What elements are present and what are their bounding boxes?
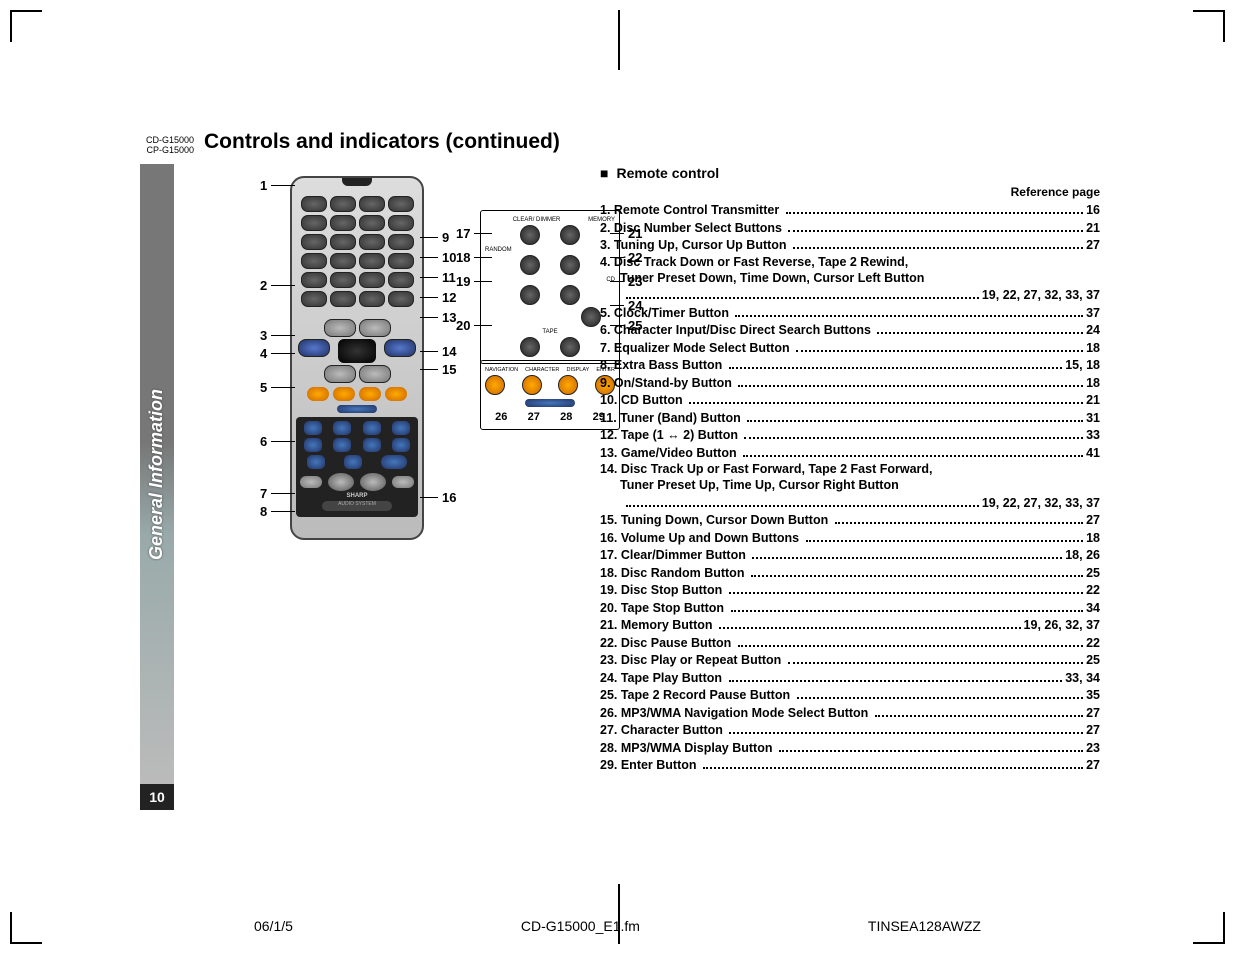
page-title: Controls and indicators (continued) [204, 130, 560, 154]
reference-item: 5. Clock/Timer Button 37 [600, 304, 1100, 322]
callout-left: 4 [260, 346, 295, 361]
callout-right: 14 [420, 344, 456, 359]
reference-item: 22. Disc Pause Button 22 [600, 634, 1100, 652]
reference-item: 17. Clear/Dimmer Button 18, 26 [600, 546, 1100, 564]
reference-item: 18. Disc Random Button 25 [600, 564, 1100, 582]
reference-item: 12. Tape (1 ↔ 2) Button 33 [600, 426, 1100, 444]
reference-item: 28. MP3/WMA Display Button 23 [600, 739, 1100, 757]
footer-date: 06/1/5 [254, 918, 293, 934]
callout-panel-top: CLEAR/ DIMMERMEMORY RANDOM CD TAPE [480, 210, 620, 364]
reference-list: 1. Remote Control Transmitter 162. Disc … [600, 201, 1100, 774]
ir-window-icon [342, 178, 372, 186]
callout-right: 15 [420, 362, 456, 377]
reference-item: 15. Tuning Down, Cursor Down Button 27 [600, 511, 1100, 529]
reference-item: 29. Enter Button 27 [600, 756, 1100, 774]
reference-page-header: Reference page [600, 185, 1100, 199]
reference-item-pages: 19, 22, 27, 32, 33, 37 [600, 494, 1100, 512]
reference-item-continuation: Tuner Preset Up, Time Up, Cursor Right B… [600, 477, 1100, 493]
reference-item: 7. Equalizer Mode Select Button 18 [600, 339, 1100, 357]
crop-mark-tl [10, 10, 42, 42]
reference-item: 10. CD Button 21 [600, 391, 1100, 409]
reference-item: 11. Tuner (Band) Button 31 [600, 409, 1100, 427]
crop-mark-bl [10, 912, 42, 944]
reference-item: 24. Tape Play Button 33, 34 [600, 669, 1100, 687]
callout-left: 2 [260, 278, 295, 293]
callout-left: 7 [260, 486, 295, 501]
reference-item: 16. Volume Up and Down Buttons 18 [600, 529, 1100, 547]
callout-left: 8 [260, 504, 295, 519]
page-number: 10 [140, 784, 174, 810]
callout-right: 10 [420, 250, 456, 265]
callout-right: 13 [420, 310, 456, 325]
callout-right: 11 [420, 270, 456, 285]
crop-mark-tr [1193, 10, 1225, 42]
callout-left: 1 [260, 178, 295, 193]
reference-item: 8. Extra Bass Button 15, 18 [600, 356, 1100, 374]
center-mark-top [618, 10, 620, 70]
reference-item: 1. Remote Control Transmitter 16 [600, 201, 1100, 219]
reference-item: 25. Tape 2 Record Pause Button 35 [600, 686, 1100, 704]
callout-panel: 19 [456, 274, 492, 289]
callout-right: 16 [420, 490, 456, 505]
callout-panel: 17 [456, 226, 492, 241]
reference-item: 13. Game/Video Button 41 [600, 444, 1100, 462]
reference-item: 20. Tape Stop Button 34 [600, 599, 1100, 617]
reference-item: 19. Disc Stop Button 22 [600, 581, 1100, 599]
callout-right: 9 [420, 230, 449, 245]
reference-item: 2. Disc Number Select Buttons 21 [600, 219, 1100, 237]
callout-left: 3 [260, 328, 295, 343]
reference-item: 21. Memory Button 19, 26, 32, 37 [600, 616, 1100, 634]
model-code-2: CP-G15000 [140, 146, 194, 156]
callout-panel: 18 [456, 250, 492, 265]
remote-body-illustration: SHARP AUDIO SYSTEM [290, 176, 424, 540]
reference-column: Remote control Reference page 1. Remote … [600, 165, 1100, 774]
footer-code: TINSEA128AWZZ [868, 918, 981, 934]
footer: 06/1/5 CD-G15000_E1.fm TINSEA128AWZZ [140, 918, 1095, 934]
reference-item: 3. Tuning Up, Cursor Up Button 27 [600, 236, 1100, 254]
section-tab-label: General Information [147, 388, 168, 559]
reference-item: 9. On/Stand-by Button 18 [600, 374, 1100, 392]
reference-item-pages: 19, 22, 27, 32, 33, 37 [600, 286, 1100, 304]
footer-filename: CD-G15000_E1.fm [521, 918, 640, 934]
section-heading: Remote control [600, 165, 1100, 181]
callout-left: 5 [260, 380, 295, 395]
reference-item: 26. MP3/WMA Navigation Mode Select Butto… [600, 704, 1100, 722]
reference-item: 4. Disc Track Down or Fast Reverse, Tape… [600, 254, 1100, 270]
crop-mark-br [1193, 912, 1225, 944]
callout-panel: 20 [456, 318, 492, 333]
section-tab: General Information [140, 164, 174, 784]
reference-item-continuation: Tuner Preset Down, Time Down, Cursor Lef… [600, 270, 1100, 286]
callout-panel-bottom: NAVIGATION CHARACTER DISPLAY ENTER 26 27… [480, 360, 620, 430]
reference-item: 14. Disc Track Up or Fast Forward, Tape … [600, 461, 1100, 477]
reference-item: 6. Character Input/Disc Direct Search Bu… [600, 321, 1100, 339]
callout-left: 6 [260, 434, 295, 449]
manual-page: CD-G15000 CP-G15000 Controls and indicat… [140, 130, 1095, 894]
reference-item: 27. Character Button 27 [600, 721, 1100, 739]
reference-item: 23. Disc Play or Repeat Button 25 [600, 651, 1100, 669]
model-codes: CD-G15000 CP-G15000 [140, 136, 194, 156]
callout-right: 12 [420, 290, 456, 305]
remote-diagram: SHARP AUDIO SYSTEM 12345678 910111213141… [200, 170, 580, 610]
